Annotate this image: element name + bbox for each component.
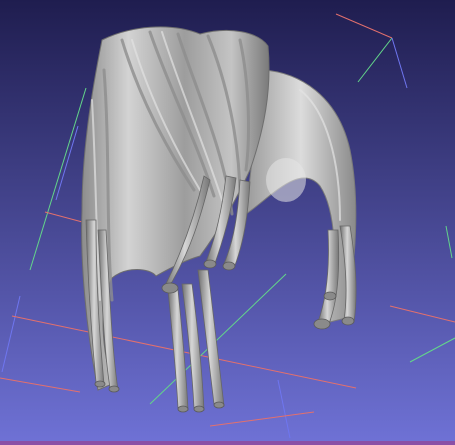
hair-highlight [266, 158, 306, 202]
status-strip [0, 441, 455, 445]
3d-viewport[interactable] [0, 0, 455, 445]
scene-canvas[interactable] [0, 0, 455, 445]
